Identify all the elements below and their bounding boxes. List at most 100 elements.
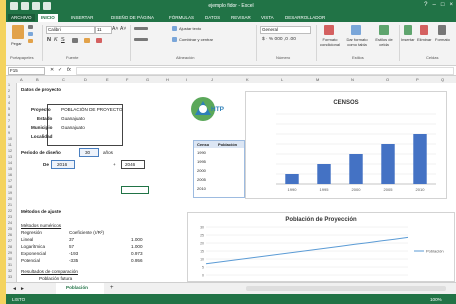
help-icon[interactable]: ? xyxy=(424,2,427,8)
row-header-17[interactable]: 17 xyxy=(8,179,12,183)
value-estado[interactable]: Guanajuato xyxy=(61,116,85,121)
tab-desarrollador[interactable]: DESARROLLADOR xyxy=(282,14,328,21)
row-header-33[interactable]: 33 xyxy=(8,275,12,279)
font-name-select[interactable]: Calibri xyxy=(46,26,95,34)
row-header-8[interactable]: 8 xyxy=(8,125,10,129)
row-header-20[interactable]: 20 xyxy=(8,197,12,201)
enter-icon[interactable]: ✓ xyxy=(58,67,62,73)
selected-cell[interactable] xyxy=(121,186,149,194)
row-header-6[interactable]: 6 xyxy=(8,113,10,117)
fill-color-icon[interactable] xyxy=(84,38,90,43)
delete-cells-button[interactable]: Eliminar xyxy=(417,37,431,42)
maximize-button[interactable]: □ xyxy=(441,2,445,8)
row-header-31[interactable]: 31 xyxy=(8,263,12,267)
row-header-27[interactable]: 27 xyxy=(8,239,12,243)
tab-formulas[interactable]: FÓRMULAS xyxy=(166,14,197,21)
conditional-format-button[interactable]: Formato condicional xyxy=(318,37,342,47)
tab-vista[interactable]: VISTA xyxy=(258,14,277,21)
row-header-16[interactable]: 16 xyxy=(8,173,12,177)
row-header-11[interactable]: 11 xyxy=(8,143,12,147)
row-header-7[interactable]: 7 xyxy=(8,119,10,123)
shrink-font-icon[interactable]: A˅ xyxy=(120,26,126,32)
worksheet-grid[interactable]: Datos de proyecto Proyecto Estado Munici… xyxy=(17,83,456,282)
value-municipio[interactable]: Guanajuato xyxy=(61,125,85,130)
underline-icon[interactable]: S xyxy=(61,37,65,43)
wrap-text-button[interactable]: Ajustar texto xyxy=(179,26,201,31)
wrap-text-icon[interactable] xyxy=(172,26,177,31)
name-box[interactable]: F15 xyxy=(8,67,45,75)
close-button[interactable]: × xyxy=(449,2,453,8)
tab-revisar[interactable]: REVISAR xyxy=(228,14,254,21)
row-header-12[interactable]: 12 xyxy=(8,149,12,153)
row-header-24[interactable]: 24 xyxy=(8,221,12,225)
add-sheet-button[interactable]: + xyxy=(110,285,114,291)
row-header-32[interactable]: 32 xyxy=(8,269,12,273)
format-cells-icon[interactable] xyxy=(438,25,446,35)
tab-diseno-pagina[interactable]: DISEÑO DE PÁGINA xyxy=(108,14,157,21)
number-format-select[interactable]: General xyxy=(260,26,311,34)
function-icon[interactable]: fx xyxy=(67,67,71,73)
next-sheet-icon[interactable]: ► xyxy=(20,286,25,292)
column-header-L[interactable]: L xyxy=(281,77,283,82)
insert-cells-icon[interactable] xyxy=(404,25,412,35)
row-header-15[interactable]: 15 xyxy=(8,167,12,171)
format-cells-button[interactable]: Formato xyxy=(435,37,450,42)
tab-datos[interactable]: DATOS xyxy=(202,14,223,21)
column-header-D[interactable]: D xyxy=(84,77,87,82)
format-painter-icon[interactable] xyxy=(28,39,33,43)
bold-icon[interactable]: N xyxy=(47,37,51,43)
column-header-G[interactable]: G xyxy=(146,77,149,82)
column-header-M[interactable]: M xyxy=(316,77,319,82)
insert-cells-button[interactable]: Insertar xyxy=(401,37,415,42)
column-header-E[interactable]: E xyxy=(106,77,109,82)
column-header-Q[interactable]: Q xyxy=(441,77,444,82)
row-header-28[interactable]: 28 xyxy=(8,245,12,249)
conditional-format-icon[interactable] xyxy=(324,25,334,35)
merge-center-button[interactable]: Combinar y centrar xyxy=(179,37,213,42)
row-header-29[interactable]: 29 xyxy=(8,251,12,255)
formula-input[interactable] xyxy=(76,67,454,75)
column-header-N[interactable]: N xyxy=(351,77,354,82)
census-chart[interactable]: CENSOS 1990 1995 2000 2005 2010 xyxy=(245,91,447,199)
row-header-22[interactable]: 22 xyxy=(8,209,12,213)
row-header-1[interactable]: 1 xyxy=(8,83,10,87)
row-header-21[interactable]: 21 xyxy=(8,203,12,207)
column-header-I[interactable]: I xyxy=(186,77,187,82)
row-header-19[interactable]: 19 xyxy=(8,191,12,195)
cell-styles-icon[interactable] xyxy=(379,25,389,35)
row-header-9[interactable]: 9 xyxy=(8,131,10,135)
row-header-10[interactable]: 10 xyxy=(8,137,12,141)
tab-insertar[interactable]: INSERTAR xyxy=(68,14,96,21)
row-header-14[interactable]: 14 xyxy=(8,161,12,165)
row-header-25[interactable]: 25 xyxy=(8,227,12,231)
number-format-icons[interactable]: $ · % 000 ,0 .00 xyxy=(262,37,296,42)
row-header-13[interactable]: 13 xyxy=(8,155,12,159)
align-top-icon[interactable] xyxy=(134,27,148,30)
copy-icon[interactable] xyxy=(28,32,33,36)
column-header-O[interactable]: O xyxy=(386,77,389,82)
cell-styles-button[interactable]: Estilos de celda xyxy=(372,37,396,47)
cancel-icon[interactable]: ✕ xyxy=(50,67,54,73)
minimize-button[interactable]: – xyxy=(433,2,436,8)
column-header-B[interactable]: B xyxy=(36,77,39,82)
horizontal-scrollbar[interactable] xyxy=(246,286,446,291)
column-header-P[interactable]: P xyxy=(416,77,419,82)
row-header-18[interactable]: 18 xyxy=(8,185,12,189)
row-header-30[interactable]: 30 xyxy=(8,257,12,261)
borders-icon[interactable] xyxy=(72,38,78,43)
font-color-icon[interactable] xyxy=(96,38,102,43)
row-header-2[interactable]: 2 xyxy=(8,89,10,93)
cut-icon[interactable] xyxy=(28,25,33,29)
prev-sheet-icon[interactable]: ◄ xyxy=(12,286,17,292)
row-header-23[interactable]: 23 xyxy=(8,215,12,219)
projection-chart[interactable]: Población de Proyección 30 25 20 15 10 5 0 Pobla… xyxy=(187,212,455,282)
align-left-icon[interactable] xyxy=(134,38,148,41)
column-header-J[interactable]: J xyxy=(211,77,213,82)
delete-cells-icon[interactable] xyxy=(420,25,428,35)
paste-icon[interactable] xyxy=(12,25,24,39)
italic-icon[interactable]: K xyxy=(54,37,58,43)
grow-font-icon[interactable]: A˄ xyxy=(112,26,118,32)
column-header-C[interactable]: C xyxy=(62,77,65,82)
value-proyecto[interactable]: POBLACIÓN DE PROYECTO xyxy=(61,107,122,112)
column-header-H[interactable]: H xyxy=(166,77,169,82)
